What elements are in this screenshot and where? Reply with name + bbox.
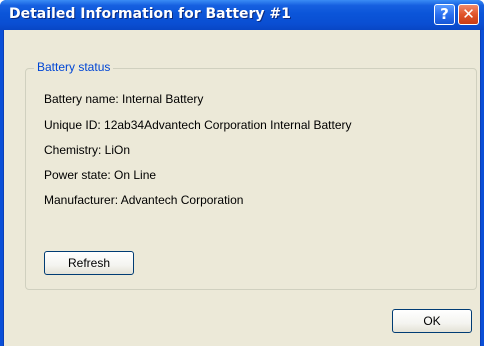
manufacturer-line: Manufacturer: Advantech Corporation bbox=[44, 193, 244, 207]
close-button[interactable]: ✕ bbox=[458, 4, 479, 25]
battery-name-line: Battery name: Internal Battery bbox=[44, 92, 204, 106]
ok-button[interactable]: OK bbox=[392, 309, 472, 333]
question-mark-icon: ? bbox=[440, 5, 449, 23]
chemistry-line: Chemistry: LiOn bbox=[44, 143, 131, 157]
refresh-button[interactable]: Refresh bbox=[44, 251, 134, 275]
power-state-line: Power state: On Line bbox=[44, 168, 157, 182]
unique-id-line: Unique ID: 12ab34Advantech Corporation I… bbox=[44, 118, 352, 132]
group-label: Battery status bbox=[34, 60, 114, 74]
help-button[interactable]: ? bbox=[434, 4, 455, 25]
window-title: Detailed Information for Battery #1 bbox=[9, 6, 291, 22]
dialog-window: Detailed Information for Battery #1 ? ✕ … bbox=[0, 0, 484, 346]
close-icon: ✕ bbox=[462, 5, 475, 23]
title-bar[interactable]: Detailed Information for Battery #1 ? ✕ bbox=[0, 0, 484, 30]
